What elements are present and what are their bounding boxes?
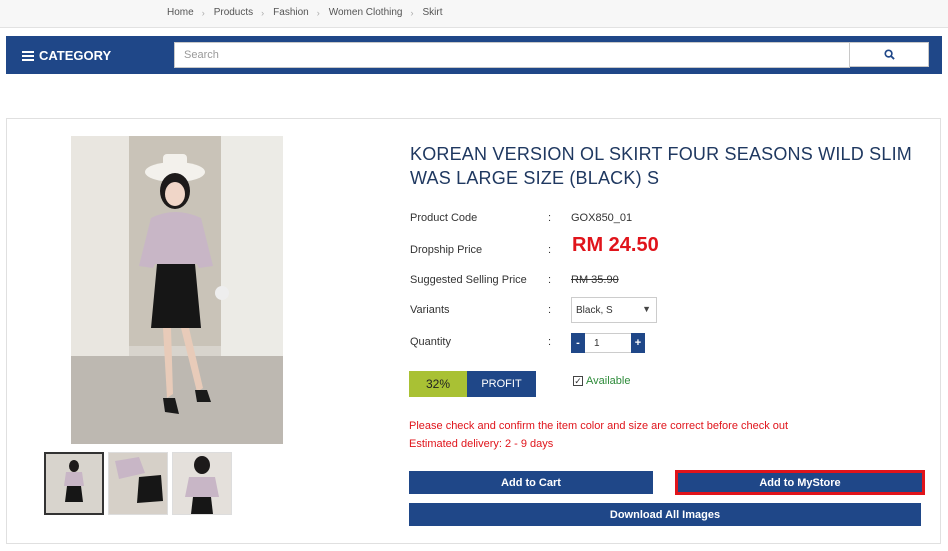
colon-separator: :: [548, 274, 552, 286]
quantity-decrease-button[interactable]: -: [571, 333, 585, 353]
dropship-price-label: Dropship Price: [410, 244, 483, 256]
dropship-price-value: RM 24.50: [572, 234, 659, 256]
colon-separator: :: [548, 304, 552, 316]
suggested-price-label: Suggested Selling Price: [410, 274, 527, 286]
availability-status: ✓ Available: [573, 375, 630, 387]
colon-separator: :: [548, 212, 552, 224]
suggested-price-value: RM 35.90: [571, 274, 619, 286]
product-code-label: Product Code: [410, 212, 478, 224]
chevron-right-icon: ›: [316, 7, 320, 18]
quantity-increase-button[interactable]: +: [631, 333, 645, 353]
estimated-delivery-text: Estimated delivery: 2 - 9 days: [409, 438, 554, 450]
category-label: CATEGORY: [39, 48, 112, 63]
colon-separator: :: [548, 244, 552, 256]
quantity-input[interactable]: [585, 333, 631, 353]
colon-separator: :: [548, 336, 552, 348]
variants-label: Variants: [410, 304, 450, 316]
search-button[interactable]: [849, 42, 929, 67]
chevron-right-icon: ›: [201, 7, 205, 18]
quantity-label: Quantity: [410, 336, 451, 348]
product-main-image[interactable]: [71, 136, 283, 444]
breadcrumb-women-clothing[interactable]: Women Clothing: [329, 7, 403, 18]
product-thumbnail[interactable]: [44, 452, 104, 515]
breadcrumb-home[interactable]: Home: [167, 7, 194, 18]
product-title: KOREAN VERSION OL SKIRT FOUR SEASONS WIL…: [410, 144, 912, 188]
chevron-right-icon: ›: [261, 7, 265, 18]
product-code-value: GOX850_01: [571, 212, 633, 224]
breadcrumb-skirt[interactable]: Skirt: [422, 7, 442, 18]
availability-label: Available: [586, 375, 631, 387]
product-thumbnail[interactable]: [108, 452, 168, 515]
download-all-images-button[interactable]: Download All Images: [409, 503, 921, 526]
hamburger-icon: [22, 50, 34, 61]
breadcrumb-products[interactable]: Products: [214, 7, 253, 18]
variant-select[interactable]: Black, S ▼: [571, 297, 657, 323]
variant-selected-value: Black, S: [576, 305, 613, 316]
dropdown-arrow-icon: ▼: [642, 304, 651, 314]
chevron-right-icon: ›: [410, 7, 414, 18]
size-warning-text: Please check and confirm the item color …: [409, 420, 789, 432]
top-bar: Home › Products › Fashion › Women Clothi…: [0, 0, 948, 28]
magnifier-icon: [883, 49, 895, 60]
product-thumbnail[interactable]: [172, 452, 232, 515]
check-square-icon: ✓: [573, 375, 583, 386]
add-to-mystore-button[interactable]: Add to MyStore: [675, 470, 925, 495]
add-to-cart-button[interactable]: Add to Cart: [409, 471, 653, 494]
navigation-bar: CATEGORY: [6, 36, 942, 74]
profit-badge: PROFIT: [467, 371, 536, 397]
profit-percent-badge: 32%: [409, 371, 467, 397]
category-menu-button[interactable]: CATEGORY: [22, 48, 111, 63]
breadcrumb: Home › Products › Fashion › Women Clothi…: [167, 7, 442, 18]
breadcrumb-fashion[interactable]: Fashion: [273, 7, 309, 18]
search-input[interactable]: [174, 42, 850, 68]
